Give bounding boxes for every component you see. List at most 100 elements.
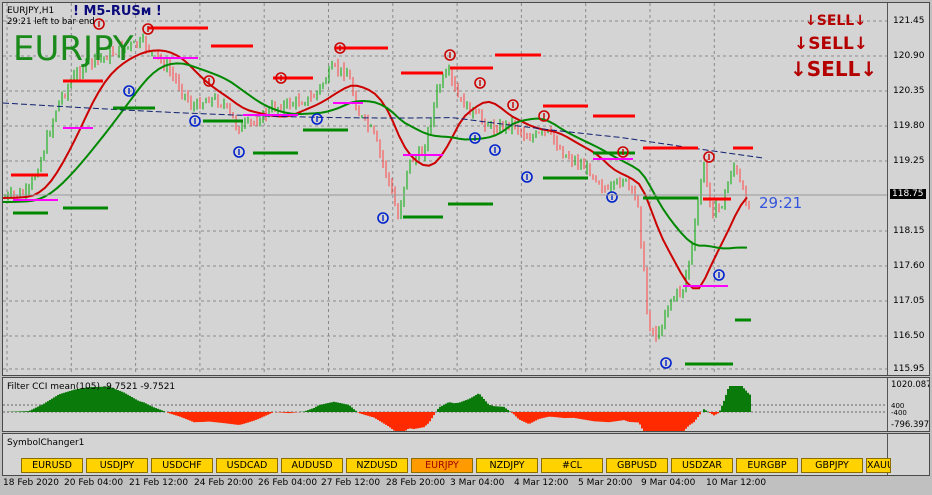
cci-bar-negative [265,412,267,416]
cci-bar-negative [373,412,375,418]
cci-bar-negative [399,412,401,431]
symbol-button-usdzar[interactable]: USDZAR [671,458,733,473]
cci-bar-negative [517,412,519,419]
cci-bar-positive [457,402,459,412]
cci-bar-negative [231,412,233,425]
cci-bar-positive [467,399,469,412]
cci-bar-negative [533,412,535,422]
cci-bar-positive [307,410,309,412]
price-label: 121.45 [893,16,925,26]
cci-bar-positive [43,403,45,412]
cci-bar-positive [727,388,729,412]
cci-bar-positive [75,389,77,412]
cci-bar-positive [745,390,747,412]
symbol-button-xauu[interactable]: XAUU [866,458,891,473]
cci-bar-negative [291,412,293,413]
cci-bar-negative [245,412,247,424]
cci-bar-negative [243,412,245,424]
symbol-button-cl[interactable]: #CL [541,458,603,473]
cci-bar-negative [621,412,623,421]
cci-bar-negative [411,412,413,429]
symbol-button-eurgbp[interactable]: EURGBP [736,458,798,473]
cci-bar-positive [343,403,345,412]
cci-bar-negative [283,412,285,413]
cci-bar-negative [289,412,291,414]
symbol-button-eurjpy[interactable]: EURJPY [411,458,473,473]
cci-bar-negative [421,412,423,428]
cci-bar-negative [207,412,209,422]
cci-bar-negative [225,412,227,424]
symbol-button-audusd[interactable]: AUDUSD [281,458,343,473]
cci-bar-positive [147,404,149,412]
cci-bar-negative [661,412,663,431]
cci-bar-negative [519,412,521,420]
cci-bar-negative [167,412,169,413]
symbol-button-gbpjpy[interactable]: GBPJPY [801,458,863,473]
cci-bar-negative [571,412,573,418]
cci-bar-positive [21,411,23,412]
cci-bar-positive [501,406,503,412]
cci-bar-negative [681,412,683,431]
countdown-label: 29:21 [759,194,803,212]
price-label: 117.05 [893,296,925,306]
symbol-button-usdcad[interactable]: USDCAD [216,458,278,473]
cci-bar-negative [395,412,397,431]
cci-bar-positive [333,401,335,412]
cci-bar-positive [439,406,441,412]
cci-bar-negative [627,412,629,422]
cci-bar-negative [713,412,715,416]
cci-bar-positive [131,397,133,412]
cci-bar-positive [51,398,53,412]
cci-bar-negative [405,412,407,431]
cci-bar-positive [71,390,73,412]
cci-bar-negative [687,412,689,427]
cci-bar-positive [157,408,159,412]
cci-bar-positive [441,405,443,412]
cci-bar-negative [175,412,177,416]
symbol-button-nzdjpy[interactable]: NZDJPY [476,458,538,473]
cci-bar-positive [323,403,325,412]
cci-bar-negative [659,412,661,431]
cci-bar-negative [545,412,547,418]
cci-bar-negative [267,412,269,415]
time-label: 4 Mar 12:00 [514,478,569,488]
cci-bar-negative [521,412,523,421]
candlestick-chart[interactable] [3,3,888,375]
cci-bar-negative [181,412,183,418]
cci-bar-positive [321,404,323,412]
cci-bar-negative [233,412,235,425]
cci-bar-positive [37,406,39,412]
symbol-button-usdjpy[interactable]: USDJPY [86,458,148,473]
cci-bar-positive [143,402,145,412]
cci-bar-negative [193,412,195,423]
cci-bar-negative [223,412,225,424]
cci-bar-negative [541,412,543,419]
cci-title: Filter CCI mean(105) -9.7521 -9.7521 [7,382,176,392]
cci-bar-positive [703,409,705,412]
symbol-button-nzdusd[interactable]: NZDUSD [346,458,408,473]
cci-bar-negative [615,412,617,422]
cci-bar-negative [555,412,557,418]
symbol-button-usdchf[interactable]: USDCHF [151,458,213,473]
cci-bar-negative [651,412,653,431]
price-chart-panel[interactable]: EURJPY,H1 29:21 left to bar end ! M5-RUS… [2,2,930,376]
cci-bar-negative [183,412,185,419]
cci-bar-positive [345,404,347,412]
cci-indicator-panel[interactable]: Filter CCI mean(105) -9.7521 -9.7521 102… [2,377,930,432]
cci-bar-negative [597,412,599,422]
cci-bar-positive [449,402,451,412]
cci-bar-negative [667,412,669,431]
symbol-changer-title: SymbolChanger1 [7,438,85,448]
cci-bar-negative [669,412,671,431]
symbol-button-eurusd[interactable]: EURUSD [21,458,83,473]
cci-bar-positive [731,386,733,412]
cci-bar-negative [255,412,257,420]
cci-bar-negative [359,412,361,414]
cci-bar-negative [677,412,679,431]
cci-bar-positive [729,386,731,412]
cci-bar-positive [125,393,127,412]
symbol-button-gbpusd[interactable]: GBPUSD [606,458,668,473]
cci-bar-positive [719,410,721,412]
cci-bar-negative [259,412,261,419]
cci-bar-negative [573,412,575,418]
